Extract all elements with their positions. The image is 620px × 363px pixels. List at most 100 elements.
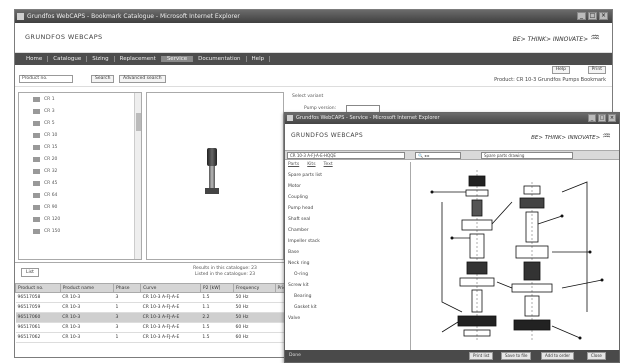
advanced-search-button[interactable]: Advanced search	[119, 75, 166, 83]
table-row-selected[interactable]: 96517060 CR 10-3 3 CR 10-3 A-FJ-A-E 2.2 50 Hz	[15, 312, 299, 323]
results-panel: List Results in this catalogue: 23 Liste…	[15, 262, 299, 357]
tree-item[interactable]: CR 15	[19, 141, 141, 153]
column-header[interactable]: Product name	[59, 283, 115, 293]
column-header[interactable]: Curve	[140, 283, 201, 293]
list-button[interactable]: List	[21, 268, 39, 277]
table-row[interactable]: 96517061 CR 10-3 3 CR 10-3 A-FJ-A-E 1.5 60 Hz	[15, 322, 299, 333]
tree-item[interactable]: CR 20	[19, 153, 141, 165]
list-item[interactable]: Impeller stack	[285, 236, 410, 247]
main-menu: Home Catalogue Sizing Replacement Servic…	[15, 53, 612, 65]
service-popup-window: Grundfos WebCAPS - Service - Microsoft I…	[284, 112, 620, 363]
folder-icon	[33, 96, 40, 102]
folder-icon	[33, 144, 40, 150]
column-header[interactable]: Product no.	[15, 283, 61, 293]
table-row[interactable]: 96517059 CR 10-3 1 CR 10-3 A-FJ-A-E 1.1 50 Hz	[15, 302, 299, 313]
menu-item-help[interactable]: Help	[247, 56, 271, 62]
tree-item[interactable]: CR 64	[19, 189, 141, 201]
product-info: Product: CR 10-3 Grundfos Pumps Bookmark	[494, 77, 606, 83]
popup-brand-logo: BE> THINK> INNOVATE> ♒	[531, 131, 611, 142]
minimize-icon[interactable]: _	[577, 12, 586, 20]
add-to-order-button[interactable]: Add to order	[541, 352, 574, 360]
results-summary: Results in this catalogue: 23 Listed in …	[193, 266, 257, 277]
folder-icon	[33, 132, 40, 138]
list-item[interactable]: Valve	[285, 313, 410, 324]
list-item[interactable]: O-ring	[285, 269, 410, 280]
tab-parts[interactable]: Parts	[288, 162, 299, 170]
tree-item[interactable]: CR 45	[19, 177, 141, 189]
parts-tabs: Parts Kits Text	[285, 162, 410, 170]
scroll-thumb	[136, 113, 141, 131]
product-field[interactable]: CR 10-3 A-FJ-A-E-HQQE	[287, 152, 405, 159]
popup-header: GRUNDFOS WEBCAPS BE> THINK> INNOVATE> ♒	[285, 124, 619, 150]
table-row[interactable]: 96517058 CR 10-3 3 CR 10-3 A-FJ-A-E 1.5 50 Hz	[15, 292, 299, 303]
list-item[interactable]: Pump head	[285, 203, 410, 214]
table-row[interactable]: 96517062 CR 10-3 1 CR 10-3 A-FJ-A-E 1.5 60 Hz	[15, 332, 299, 343]
list-item[interactable]: Bearing	[285, 291, 410, 302]
tree-item[interactable]: CR 1	[19, 93, 141, 105]
popup-app-name: GRUNDFOS WEBCAPS	[291, 132, 364, 139]
ie-app-icon	[17, 13, 24, 20]
product-image-viewer	[146, 92, 284, 260]
brand-logo: BE> THINK> INNOVATE> ♒	[512, 31, 600, 44]
tree-item[interactable]: CR 32	[19, 165, 141, 177]
search-button[interactable]: Search	[91, 75, 115, 83]
tree-item[interactable]: CR 90	[19, 201, 141, 213]
column-header[interactable]: Frequency	[233, 283, 276, 293]
spare-parts-panel: Parts Kits Text Spare parts list Motor C…	[285, 162, 411, 352]
tree-item[interactable]: CR 120	[19, 213, 141, 225]
menu-item-catalogue[interactable]: Catalogue	[48, 56, 88, 62]
close-icon[interactable]: ×	[599, 12, 608, 20]
tab-kits[interactable]: Kits	[307, 162, 315, 170]
folder-icon	[33, 216, 40, 222]
status-text: Done	[289, 353, 301, 358]
tree-item[interactable]: CR 3	[19, 105, 141, 117]
window-controls: _ □ ×	[577, 12, 608, 20]
tree-scrollbar[interactable]	[134, 93, 141, 259]
column-header[interactable]: Phase	[113, 283, 142, 293]
product-tree: CR 1 CR 3 CR 5 CR 10 CR 15 CR 20 CR 32 C…	[18, 92, 142, 260]
list-item[interactable]: Screw kit	[285, 280, 410, 291]
zoom-controls[interactable]: 🔍 ◂ ▸	[415, 152, 461, 159]
list-item[interactable]: Chamber	[285, 225, 410, 236]
help-button[interactable]: Help	[551, 66, 570, 74]
popup-window-controls: _ □ ×	[588, 114, 616, 122]
search-toolbar: Product no. Search Advanced search Help …	[15, 65, 612, 87]
print-list-button[interactable]: Print list	[469, 352, 494, 360]
tree-item[interactable]: CR 10	[19, 129, 141, 141]
menu-item-service[interactable]: Service	[161, 56, 194, 62]
popup-toolbar: CR 10-3 A-FJ-A-E-HQQE 🔍 ◂ ▸ Spare parts …	[285, 150, 619, 160]
menu-item-documentation[interactable]: Documentation	[193, 56, 247, 62]
drawing-field[interactable]: Spare parts drawing	[481, 152, 573, 159]
variant-heading: Select variant	[292, 94, 324, 99]
list-item[interactable]: Gasket kit	[285, 302, 410, 313]
print-button[interactable]: Print	[587, 66, 606, 74]
column-header[interactable]: P2 [kW]	[199, 283, 235, 293]
popup-status-bar: Done Print list Save to file Add to orde…	[285, 350, 619, 362]
maximize-icon[interactable]: □	[588, 12, 597, 20]
tree-item[interactable]: CR 5	[19, 117, 141, 129]
list-item[interactable]: Shaft seal	[285, 214, 410, 225]
search-input[interactable]: Product no.	[19, 75, 73, 83]
list-item[interactable]: Base	[285, 247, 410, 258]
save-to-file-button[interactable]: Save to file	[501, 352, 532, 360]
list-item[interactable]: Neck ring	[285, 258, 410, 269]
folder-icon	[33, 168, 40, 174]
list-item[interactable]: Coupling	[285, 192, 410, 203]
app-name: GRUNDFOS WEBCAPS	[25, 33, 103, 41]
folder-icon	[33, 108, 40, 114]
main-header: GRUNDFOS WEBCAPS BE> THINK> INNOVATE> ♒	[15, 23, 612, 53]
menu-item-replacement[interactable]: Replacement	[115, 56, 162, 62]
tab-text[interactable]: Text	[324, 162, 333, 170]
minimize-icon[interactable]: _	[588, 114, 596, 122]
popup-title-bar: Grundfos WebCAPS - Service - Microsoft I…	[285, 113, 619, 124]
close-button[interactable]: Close	[587, 352, 606, 360]
maximize-icon[interactable]: □	[598, 114, 606, 122]
list-title: Spare parts list	[288, 173, 323, 178]
tree-item[interactable]: CR 150	[19, 225, 141, 237]
folder-icon	[33, 204, 40, 210]
pump-image	[205, 148, 219, 196]
menu-item-sizing[interactable]: Sizing	[87, 56, 115, 62]
menu-item-home[interactable]: Home	[21, 56, 49, 62]
close-icon[interactable]: ×	[608, 114, 616, 122]
list-item[interactable]: Motor	[285, 181, 410, 192]
